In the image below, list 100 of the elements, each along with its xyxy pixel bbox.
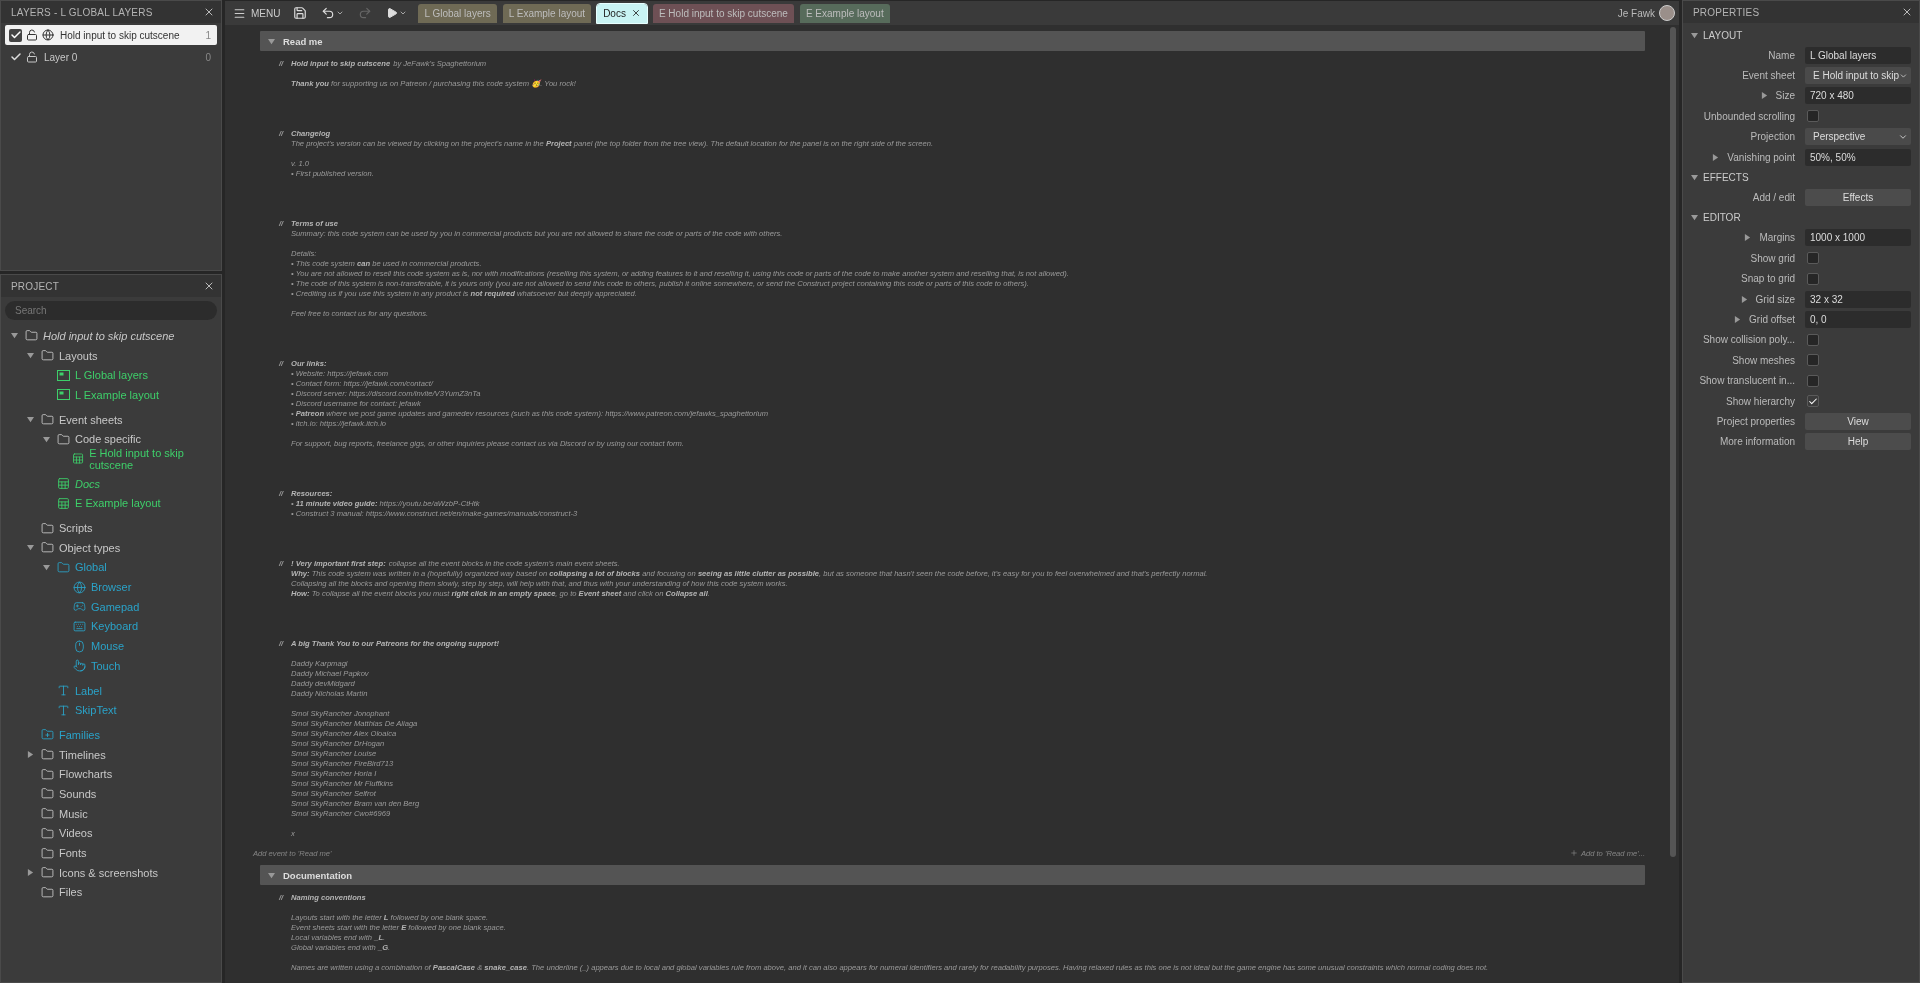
tree-item[interactable]: Layouts — [41, 349, 98, 363]
search-field[interactable]: Search — [5, 301, 217, 320]
close-button[interactable] — [1901, 6, 1913, 18]
mouse-icon — [73, 639, 86, 653]
tree-item[interactable]: Keyboard — [73, 619, 139, 633]
lock-icon[interactable] — [26, 51, 38, 63]
group-title: Read me — [283, 35, 323, 47]
tree-item[interactable]: Scripts — [41, 521, 93, 535]
expand-arrow[interactable] — [27, 869, 34, 877]
tree-item[interactable]: Touch — [73, 659, 121, 673]
tree-item[interactable]: E Hold input to skip cutscene — [72, 446, 221, 471]
checkbox[interactable] — [1807, 395, 1819, 408]
expand-arrow[interactable] — [27, 352, 34, 360]
tree-item[interactable]: Global — [57, 560, 107, 574]
expand-arrow[interactable] — [1712, 153, 1720, 161]
property-label: Margins — [1759, 232, 1795, 244]
expand-arrow[interactable] — [1744, 234, 1752, 242]
tree-item[interactable]: Sounds — [41, 787, 97, 801]
expand-arrow[interactable] — [1691, 31, 1698, 39]
property-button[interactable]: Effects — [1805, 189, 1911, 207]
tree-item[interactable]: Code specific — [57, 432, 142, 446]
expand-arrow[interactable] — [27, 544, 34, 552]
property-field[interactable]: 32 x 32 — [1805, 290, 1911, 308]
checkbox[interactable] — [1807, 252, 1819, 265]
expand-arrow[interactable] — [43, 563, 50, 571]
tree-item[interactable]: Label — [57, 684, 102, 698]
expand-arrow[interactable] — [1734, 316, 1742, 323]
folder-icon — [41, 866, 54, 880]
tree-item[interactable]: Event sheets — [41, 413, 123, 427]
tree-item[interactable]: Music — [41, 807, 88, 821]
menu-button[interactable]: MENU — [229, 3, 285, 23]
tree-item[interactable]: Object types — [41, 541, 121, 555]
tree-item[interactable]: Files — [41, 885, 83, 899]
section-title: LAYOUT — [1703, 29, 1743, 41]
property-dropdown[interactable]: Perspective — [1805, 128, 1911, 146]
scrollbar[interactable] — [1670, 27, 1676, 857]
tree-item[interactable]: Fonts — [41, 846, 87, 860]
tree-item[interactable]: Timelines — [41, 748, 106, 762]
tree-item[interactable]: SkipText — [57, 703, 117, 717]
avatar[interactable] — [1659, 5, 1675, 21]
folder-icon — [41, 728, 54, 742]
tree-item[interactable]: Flowcharts — [41, 767, 113, 781]
property-field[interactable]: 0, 0 — [1805, 311, 1911, 328]
expand-arrow[interactable] — [43, 435, 50, 443]
expand-arrow[interactable] — [268, 871, 275, 879]
property-field[interactable]: L Global layers — [1805, 46, 1911, 64]
section-title: EDITOR — [1703, 212, 1741, 224]
tree-item[interactable]: Videos — [41, 826, 93, 840]
checkbox[interactable] — [1807, 110, 1819, 123]
plus-icon — [1569, 849, 1578, 857]
property-button[interactable]: View — [1805, 412, 1911, 430]
property-field[interactable]: 50%, 50% — [1805, 148, 1911, 166]
expand-arrow[interactable] — [268, 37, 275, 45]
checkbox[interactable] — [1807, 333, 1819, 346]
tree-item[interactable]: Gamepad — [73, 600, 140, 614]
caret-icon — [399, 9, 408, 17]
property-dropdown[interactable]: E Hold input to skip — [1805, 67, 1911, 85]
checkbox[interactable] — [1807, 272, 1819, 285]
folder-icon — [41, 349, 54, 363]
pointer-icon — [73, 659, 86, 673]
layer-row[interactable]: Layer 0 0 — [5, 47, 217, 67]
group-header[interactable]: Read me — [260, 31, 1645, 51]
property-field[interactable]: 1000 x 1000 — [1805, 229, 1911, 247]
checkbox[interactable] — [1807, 374, 1819, 387]
tree-item[interactable]: Families — [41, 728, 100, 742]
folder-icon — [41, 767, 54, 781]
close-button[interactable] — [203, 280, 215, 292]
expand-arrow[interactable] — [27, 751, 34, 759]
tree-item[interactable]: L Example layout — [57, 388, 159, 401]
lock-icon[interactable] — [26, 29, 38, 41]
layer-count: 1 — [205, 29, 211, 41]
tree-item[interactable]: Hold input to skip cutscene — [25, 329, 175, 343]
expand-arrow[interactable] — [27, 416, 34, 424]
visibility-checkbox[interactable] — [9, 28, 22, 42]
layer-row[interactable]: Hold input to skip cutscene 1 — [5, 25, 217, 45]
tab[interactable]: E Hold input to skip cutscene — [652, 3, 794, 23]
expand-arrow[interactable] — [1740, 295, 1748, 303]
close-button[interactable] — [203, 6, 215, 18]
property-label: Unbounded scrolling — [1703, 110, 1795, 122]
expand-arrow[interactable] — [1691, 214, 1698, 222]
tree-item[interactable]: L Global layers — [57, 369, 148, 382]
tree-item[interactable]: Docs — [57, 477, 101, 491]
panel-title: LAYERS - L GLOBAL LAYERS — [11, 6, 153, 18]
sheet-icon — [57, 477, 70, 491]
property-button[interactable]: Help — [1805, 433, 1911, 451]
tree-item[interactable]: Mouse — [73, 639, 125, 653]
expand-arrow[interactable] — [11, 332, 18, 340]
property-field[interactable]: 720 x 480 — [1805, 87, 1911, 105]
gamepad-icon — [73, 600, 86, 614]
property-label: Show hierarchy — [1726, 395, 1795, 407]
expand-arrow[interactable] — [1760, 92, 1768, 100]
tree-item[interactable]: Icons & screenshots — [41, 866, 159, 880]
expand-arrow[interactable] — [1691, 173, 1698, 181]
user-name: Je Fawk — [1617, 7, 1655, 19]
checkbox[interactable] — [1807, 354, 1819, 367]
tab[interactable]: Docs — [597, 3, 647, 23]
tree-item[interactable]: E Example layout — [57, 496, 161, 510]
close-icon[interactable] — [630, 8, 641, 18]
group-header[interactable]: Documentation — [260, 865, 1645, 885]
tree-item[interactable]: Browser — [73, 580, 132, 594]
